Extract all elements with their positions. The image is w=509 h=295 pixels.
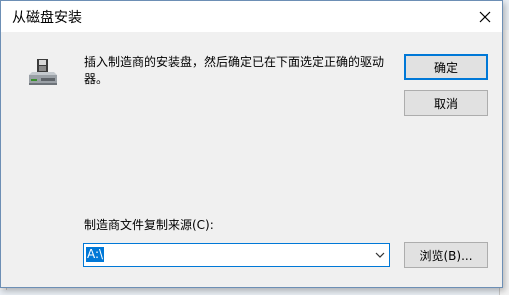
source-path-combobox[interactable]: A:\ xyxy=(83,243,390,267)
source-label: 制造商文件复制来源(C): xyxy=(84,218,214,232)
dialog-title: 从磁盘安装 xyxy=(12,10,82,26)
title-bar: 从磁盘安装 xyxy=(1,1,502,32)
install-from-disk-dialog: 从磁盘安装 插入制造商的安装盘，然后确定已在下面选定正确的驱动器。 确定 取消 … xyxy=(0,0,503,288)
ok-button[interactable]: 确定 xyxy=(404,54,488,80)
close-icon xyxy=(479,11,491,22)
source-path-value[interactable]: A:\ xyxy=(86,247,105,262)
dialog-body: 插入制造商的安装盘，然后确定已在下面选定正确的驱动器。 确定 取消 制造商文件复… xyxy=(1,32,502,287)
cancel-button[interactable]: 取消 xyxy=(404,90,488,116)
close-button[interactable] xyxy=(468,1,502,32)
instruction-text: 插入制造商的安装盘，然后确定已在下面选定正确的驱动器。 xyxy=(84,55,385,86)
floppy-disk-drive-icon xyxy=(29,59,57,85)
chevron-down-icon[interactable] xyxy=(375,250,385,260)
browse-button[interactable]: 浏览(B)... xyxy=(404,242,488,268)
